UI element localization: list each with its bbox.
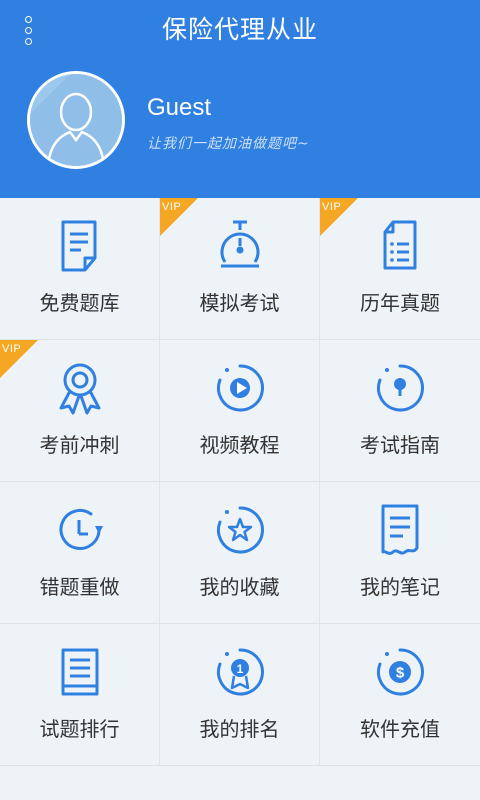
grid-item-label: 免费题库 <box>39 291 120 315</box>
svg-text:$: $ <box>396 665 405 682</box>
grid-item-label: 我的排名 <box>199 717 280 741</box>
clock-redo-icon <box>59 509 103 550</box>
award-ribbon-icon <box>59 363 101 415</box>
vip-badge-label: VIP <box>322 201 342 213</box>
grid-item-past-papers[interactable]: VIP 历年真题 <box>320 198 480 340</box>
medal-rank-icon: 1 <box>217 648 264 696</box>
grid-item-question-ranking[interactable]: 试题排行 <box>0 624 160 766</box>
stopwatch-icon <box>220 220 260 268</box>
coin-recharge-icon: $ <box>377 648 424 696</box>
grid-item-my-ranking[interactable]: 1 我的排名 <box>160 624 320 766</box>
svg-text:1: 1 <box>237 662 244 676</box>
feature-grid: 免费题库 VIP 模拟考试 VIP 历年真题 VIP 考前冲刺 视频教程 考试指… <box>0 198 480 766</box>
paper-list-icon <box>383 220 417 270</box>
bottom-spacer <box>0 766 480 800</box>
grid-item-mock-exam[interactable]: VIP 模拟考试 <box>160 198 320 340</box>
profile-header: 保险代理从业 Guest 让我们一起加油做题吧~ <box>0 0 480 198</box>
vip-badge-label: VIP <box>2 343 22 355</box>
grid-item-free-question-bank[interactable]: 免费题库 <box>0 198 160 340</box>
compass-pin-icon <box>377 364 424 412</box>
grid-item-label: 我的收藏 <box>199 575 280 599</box>
star-circle-icon <box>217 506 264 554</box>
grid-item-my-favorites[interactable]: 我的收藏 <box>160 482 320 624</box>
grid-item-recharge[interactable]: $ 软件充值 <box>320 624 480 766</box>
grid-item-label: 我的笔记 <box>360 575 440 599</box>
grid-item-video-tutorial[interactable]: 视频教程 <box>160 340 320 482</box>
grid-item-label: 考试指南 <box>360 433 440 457</box>
grid-item-label: 软件充值 <box>360 717 440 741</box>
grid-item-exam-guide[interactable]: 考试指南 <box>320 340 480 482</box>
ranking-list-icon <box>61 648 99 696</box>
grid-item-label: 试题排行 <box>39 717 120 741</box>
document-icon <box>61 220 97 272</box>
grid-item-label: 考前冲刺 <box>39 433 120 457</box>
username: Guest <box>147 94 212 121</box>
grid-item-label: 模拟考试 <box>199 291 280 315</box>
play-circle-icon <box>217 364 264 412</box>
user-avatar-icon[interactable] <box>27 71 125 169</box>
grid-item-label: 视频教程 <box>199 433 280 457</box>
page-title: 保险代理从业 <box>161 15 318 44</box>
grid-item-label: 错题重做 <box>39 575 120 599</box>
grid-item-pre-exam-sprint[interactable]: VIP 考前冲刺 <box>0 340 160 482</box>
grid-item-label: 历年真题 <box>360 291 440 315</box>
receipt-notes-icon <box>381 504 419 555</box>
grid-item-redo-mistakes[interactable]: 错题重做 <box>0 482 160 624</box>
vip-badge-label: VIP <box>162 201 182 213</box>
grid-item-my-notes[interactable]: 我的笔记 <box>320 482 480 624</box>
slogan: 让我们一起加油做题吧~ <box>147 136 310 152</box>
